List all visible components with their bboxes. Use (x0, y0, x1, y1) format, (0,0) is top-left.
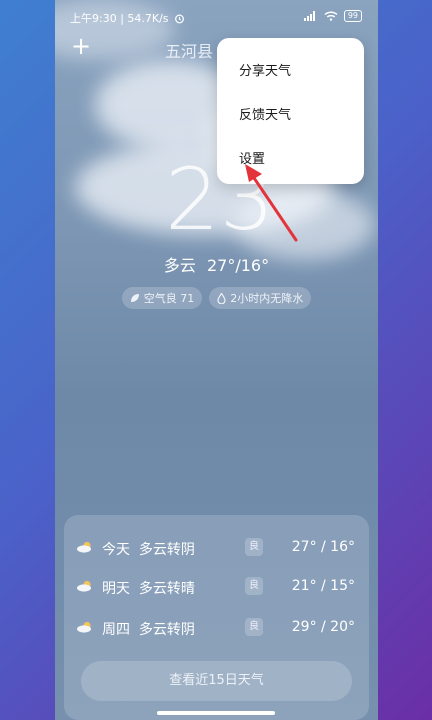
air-quality-chip[interactable]: 空气良 71 (121, 287, 203, 309)
info-chips: 空气良 71 2小时内无降水 (55, 287, 378, 309)
forecast-row[interactable]: 今天 多云转阴 良 27° / 16° (64, 536, 369, 560)
cloud-icon (77, 621, 91, 633)
cloud-icon (77, 580, 91, 592)
forecast-range: 21° / 15° (291, 578, 355, 594)
rain-text: 2小时内无降水 (230, 292, 304, 305)
air-quality-text: 空气良 71 (143, 292, 195, 305)
forecast-day: 周四 (102, 622, 130, 638)
rain-chip[interactable]: 2小时内无降水 (209, 287, 312, 309)
forecast-day-condition: 今天 多云转阴 (102, 539, 195, 559)
forecast-day-condition: 明天 多云转晴 (102, 578, 195, 598)
forecast-range: 29° / 20° (291, 619, 355, 635)
droplet-icon (217, 292, 226, 304)
forecast-day: 今天 (102, 542, 130, 558)
forecast-range: 27° / 16° (291, 539, 355, 555)
forecast-row[interactable]: 周四 多云转阴 良 29° / 20° (64, 616, 369, 640)
leaf-icon (130, 294, 139, 302)
aqi-badge: 良 (245, 577, 263, 595)
home-indicator[interactable] (157, 711, 275, 715)
aqi-badge: 良 (245, 618, 263, 636)
forecast-day-condition: 周四 多云转阴 (102, 619, 195, 639)
forecast-condition: 多云转晴 (138, 581, 195, 597)
forecast-condition: 多云转阴 (138, 622, 195, 638)
annotation-arrow-icon (245, 164, 298, 242)
forecast-row[interactable]: 明天 多云转晴 良 21° / 15° (64, 575, 369, 599)
forecast-condition: 多云转阴 (138, 542, 195, 558)
aqi-badge: 良 (245, 538, 263, 556)
weather-app: 上午9:30 | 54.7K/s 99 + 五河县 23 多云 27°/16° … (55, 0, 378, 720)
forecast-day: 明天 (102, 581, 130, 597)
view-15-day-button[interactable]: 查看近15日天气 (81, 661, 352, 701)
cloud-icon (77, 541, 91, 553)
forecast-card: 今天 多云转阴 良 27° / 16° 明天 多云转晴 良 21° / 15° … (64, 515, 369, 720)
